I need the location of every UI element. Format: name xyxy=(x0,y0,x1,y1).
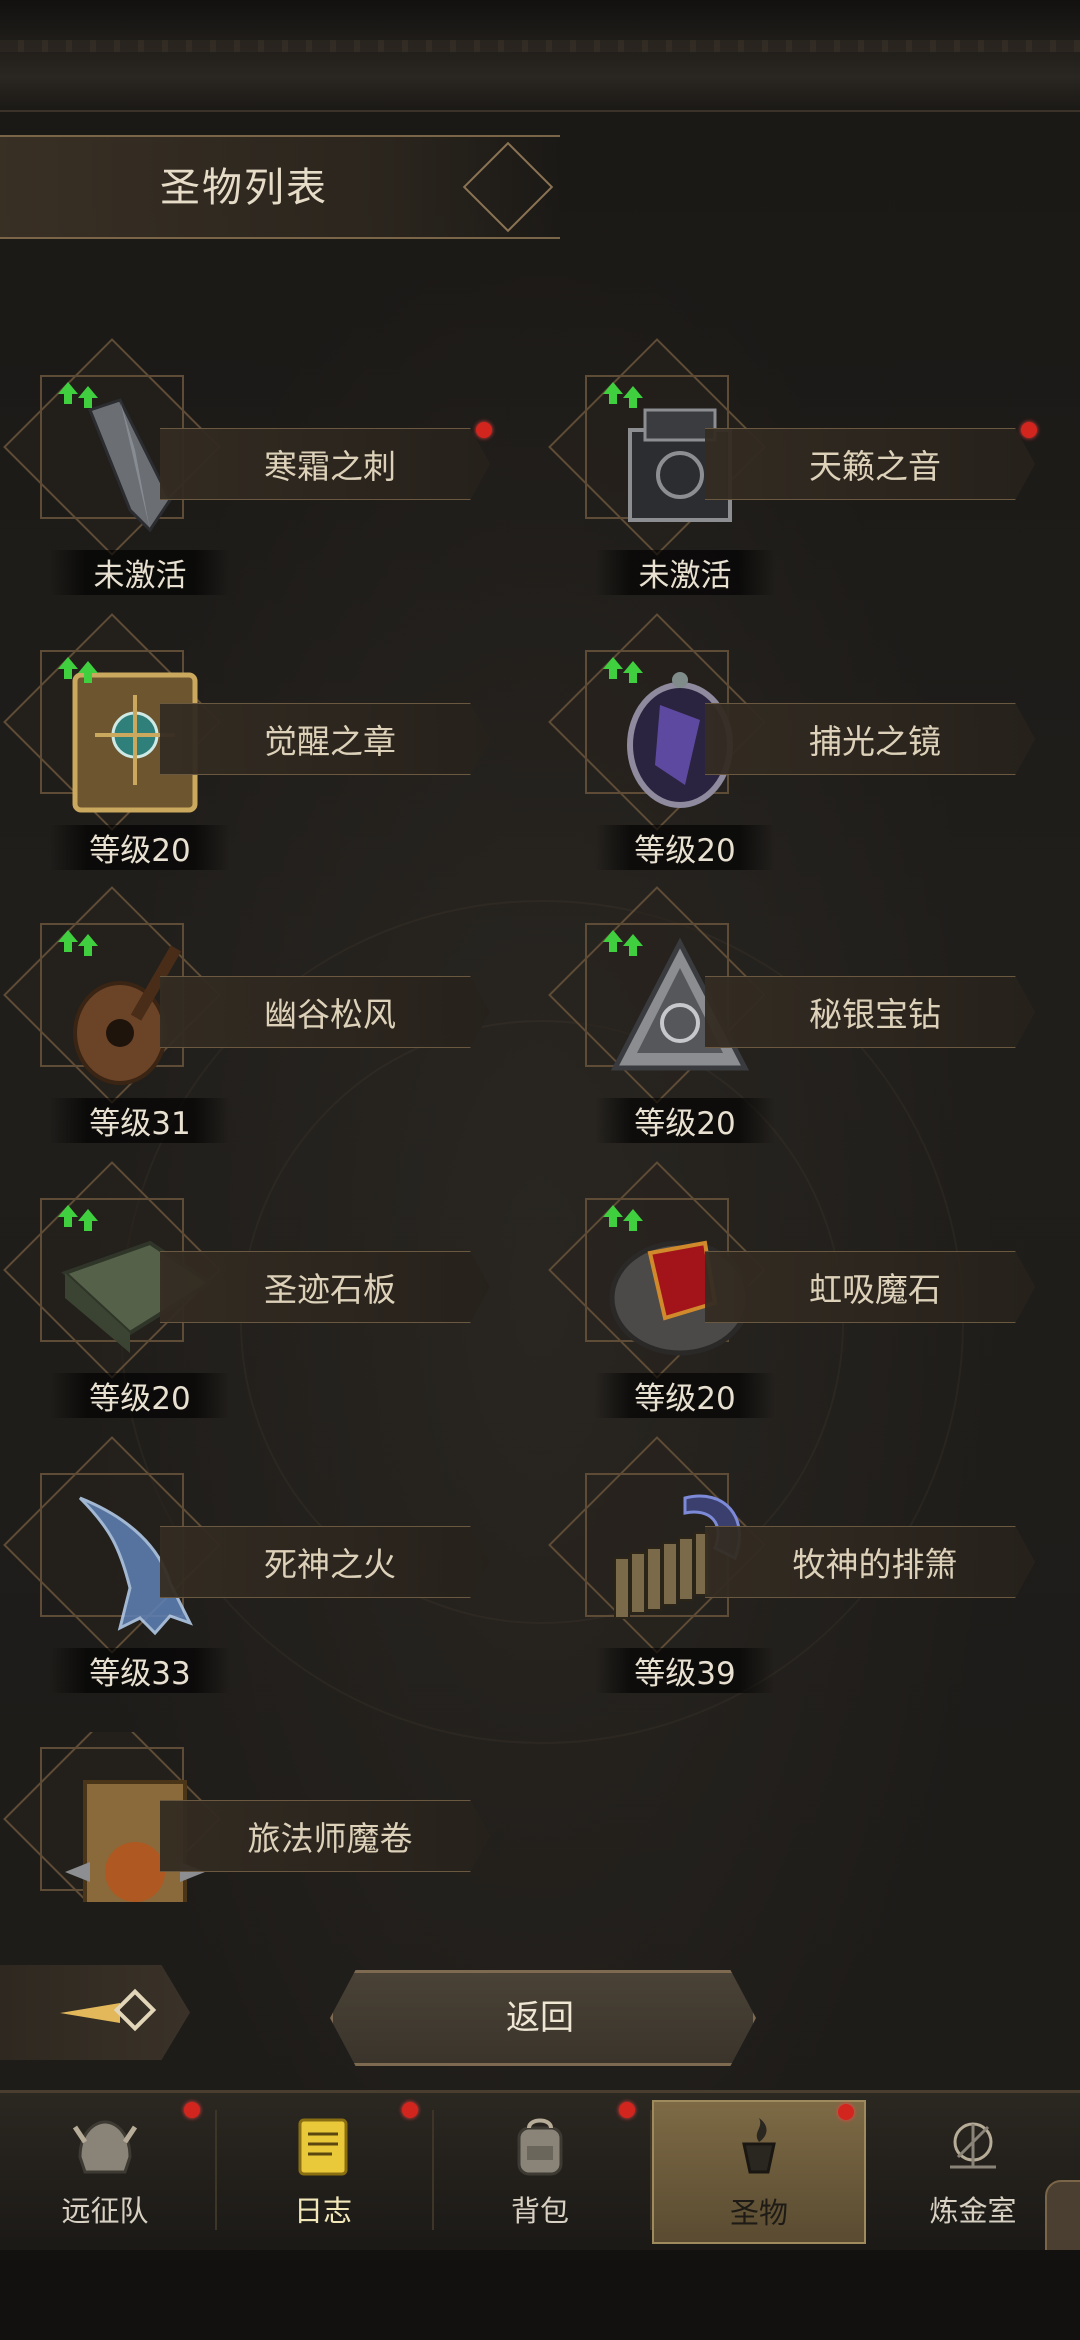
relic-card[interactable]: 幽谷松风 等级31 xyxy=(0,886,520,1143)
relic-card[interactable]: 死神之火 等级33 xyxy=(0,1436,520,1693)
relic-status: 等级20 xyxy=(50,825,230,870)
relic-name: 牧神的排箫 xyxy=(792,1545,958,1584)
upgrade-arrow-icon xyxy=(603,382,643,408)
nav-tab-label: 远征队 xyxy=(61,2194,149,2228)
upgrade-arrow-icon xyxy=(58,1205,98,1231)
return-button-label: 返回 xyxy=(506,1998,574,2038)
relic-name: 天籁之音 xyxy=(809,447,941,486)
nav-tab-relics[interactable]: 圣物 xyxy=(652,2100,866,2244)
relic-name: 幽谷松风 xyxy=(264,995,396,1034)
notification-dot xyxy=(476,422,492,438)
upgrade-arrow-icon xyxy=(58,382,98,408)
relic-status: 未激活 xyxy=(50,550,230,595)
helmet-icon xyxy=(72,2120,138,2174)
relic-card[interactable]: 圣迹石板 等级20 xyxy=(0,1161,520,1418)
relic-status: 未激活 xyxy=(595,550,775,595)
nav-tab-label: 圣物 xyxy=(729,2196,788,2230)
relic-name: 旅法师魔卷 xyxy=(247,1819,413,1858)
relic-name: 圣迹石板 xyxy=(264,1270,396,1309)
page-title: 圣物列表 xyxy=(160,165,328,211)
relic-card[interactable]: 虹吸魔石 等级20 xyxy=(545,1161,1065,1418)
relic-card[interactable]: 牧神的排箫 等级39 xyxy=(545,1436,1065,1693)
nav-tab-expedition[interactable]: 远征队 xyxy=(0,2100,210,2240)
nav-separator xyxy=(432,2110,434,2230)
relic-name: 捕光之镜 xyxy=(809,722,941,761)
relic-name: 秘银宝钻 xyxy=(809,995,941,1034)
nav-tab-label: 背包 xyxy=(510,2194,569,2228)
relic-status: 等级20 xyxy=(595,825,775,870)
footer-strip xyxy=(0,2250,1080,2340)
upgrade-arrow-icon xyxy=(603,930,643,956)
nav-tab-backpack[interactable]: 背包 xyxy=(435,2100,645,2240)
relic-list-screen: 圣物列表 寒霜之刺 未激活 天籁之音 未激活 觉醒之章 等级20 捕光之镜 等级… xyxy=(0,0,1080,2340)
notification-dot xyxy=(1021,422,1037,438)
banner-diamond-ornament xyxy=(462,141,554,233)
relic-name: 觉醒之章 xyxy=(264,722,396,761)
relic-name: 寒霜之刺 xyxy=(264,447,396,486)
relic-card[interactable]: 秘银宝钻 等级20 xyxy=(545,886,1065,1143)
top-ornament xyxy=(0,40,1080,52)
notification-dot xyxy=(838,2104,854,2120)
relic-status: 等级20 xyxy=(595,1373,775,1418)
nav-tab-label: 日志 xyxy=(293,2194,352,2228)
upgrade-arrow-icon xyxy=(58,657,98,683)
upgrade-arrow-icon xyxy=(58,930,98,956)
upgrade-arrow-icon xyxy=(603,657,643,683)
relic-card[interactable]: 天籁之音 未激活 xyxy=(545,338,1065,595)
top-frame xyxy=(0,0,1080,112)
nav-separator xyxy=(215,2110,217,2230)
relic-status: 等级39 xyxy=(595,1648,775,1693)
relic-name: 死神之火 xyxy=(264,1545,396,1584)
relic-status: 等级31 xyxy=(50,1098,230,1143)
journal-icon xyxy=(298,2118,348,2176)
alchemy-icon xyxy=(950,2122,996,2169)
relic-card[interactable]: 捕光之镜 等级20 xyxy=(545,613,1065,870)
relic-name: 虹吸魔石 xyxy=(809,1270,941,1309)
upgrade-arrow-icon xyxy=(603,1205,643,1231)
backpack-icon xyxy=(517,2118,563,2176)
collapse-arrow-icon[interactable] xyxy=(60,1985,160,2040)
relic-card[interactable]: 寒霜之刺 未激活 xyxy=(0,338,520,595)
relic-status: 等级20 xyxy=(595,1098,775,1143)
relic-status: 等级33 xyxy=(50,1648,230,1693)
relic-card[interactable]: 旅法师魔卷 xyxy=(0,1732,520,1902)
notification-dot xyxy=(402,2102,418,2118)
notification-dot xyxy=(184,2102,200,2118)
relic-status: 等级20 xyxy=(50,1373,230,1418)
notification-dot xyxy=(619,2102,635,2118)
relic-icon xyxy=(742,2118,776,2174)
relic-card[interactable]: 觉醒之章 等级20 xyxy=(0,613,520,870)
nav-tab-journal[interactable]: 日志 xyxy=(218,2100,428,2240)
